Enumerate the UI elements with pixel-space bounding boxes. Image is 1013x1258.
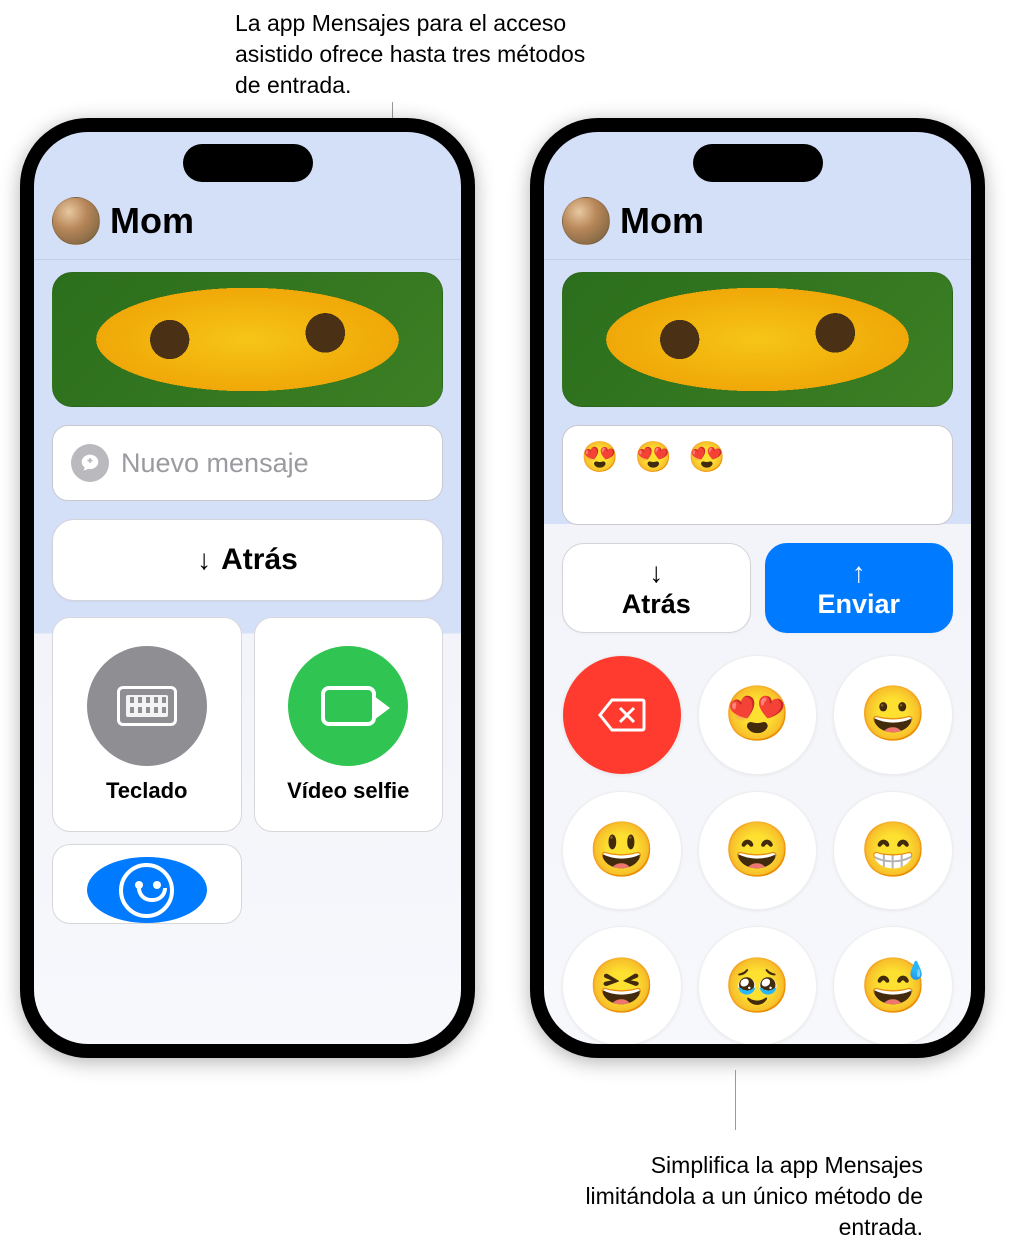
contact-avatar (52, 197, 100, 245)
compose-field[interactable]: 😍 😍 😍 (562, 425, 953, 525)
arrow-down-icon (197, 543, 211, 577)
emoji-key[interactable]: 😀 (833, 655, 953, 775)
video-icon (288, 646, 408, 766)
conversation-header: Mom (34, 132, 461, 260)
compose-value: 😍 😍 😍 (581, 440, 730, 475)
contact-name: Mom (620, 200, 704, 242)
compose-placeholder: Nuevo mensaje (121, 448, 309, 479)
contact-avatar (562, 197, 610, 245)
delete-key[interactable] (562, 655, 682, 775)
back-button[interactable]: Atrás (562, 543, 751, 633)
keyboard-input-card[interactable]: Teclado (52, 617, 242, 832)
keyboard-icon (87, 646, 207, 766)
new-message-icon (71, 444, 109, 482)
video-selfie-card[interactable]: Vídeo selfie (254, 617, 444, 832)
send-label: Enviar (817, 589, 900, 620)
emoji-key[interactable]: 😆 (562, 926, 682, 1044)
arrow-down-icon (649, 557, 663, 589)
keyboard-label: Teclado (106, 778, 188, 804)
contact-name: Mom (110, 200, 194, 242)
emoji-key[interactable]: 😍 (698, 655, 818, 775)
emoji-input-card[interactable] (52, 844, 242, 924)
message-image-sunflower[interactable] (52, 272, 443, 407)
send-button[interactable]: Enviar (765, 543, 954, 633)
phone-right: Mom 😍 😍 😍 Atrás Enviar (530, 118, 985, 1058)
back-label: Atrás (622, 589, 691, 620)
conversation-header: Mom (544, 132, 971, 260)
emoji-key[interactable]: 😅 (833, 926, 953, 1044)
phone-left: Mom Nuevo mensaje Atrás Teclado (20, 118, 475, 1058)
compose-field[interactable]: Nuevo mensaje (52, 425, 443, 501)
message-image-sunflower[interactable] (562, 272, 953, 407)
caption-bottom: Simplifica la app Mensajes limitándola a… (553, 1150, 923, 1243)
back-label: Atrás (221, 543, 298, 577)
emoji-icon (87, 857, 207, 923)
caption-top: La app Mensajes para el acceso asistido … (235, 8, 595, 101)
delete-icon (598, 698, 646, 732)
arrow-up-icon (852, 557, 866, 589)
emoji-key[interactable]: 😄 (698, 791, 818, 911)
callout-line-bottom (735, 1070, 736, 1130)
back-button[interactable]: Atrás (52, 519, 443, 601)
emoji-key[interactable]: 😃 (562, 791, 682, 911)
video-label: Vídeo selfie (287, 778, 409, 804)
emoji-key[interactable]: 😁 (833, 791, 953, 911)
emoji-key[interactable]: 🥹 (698, 926, 818, 1044)
